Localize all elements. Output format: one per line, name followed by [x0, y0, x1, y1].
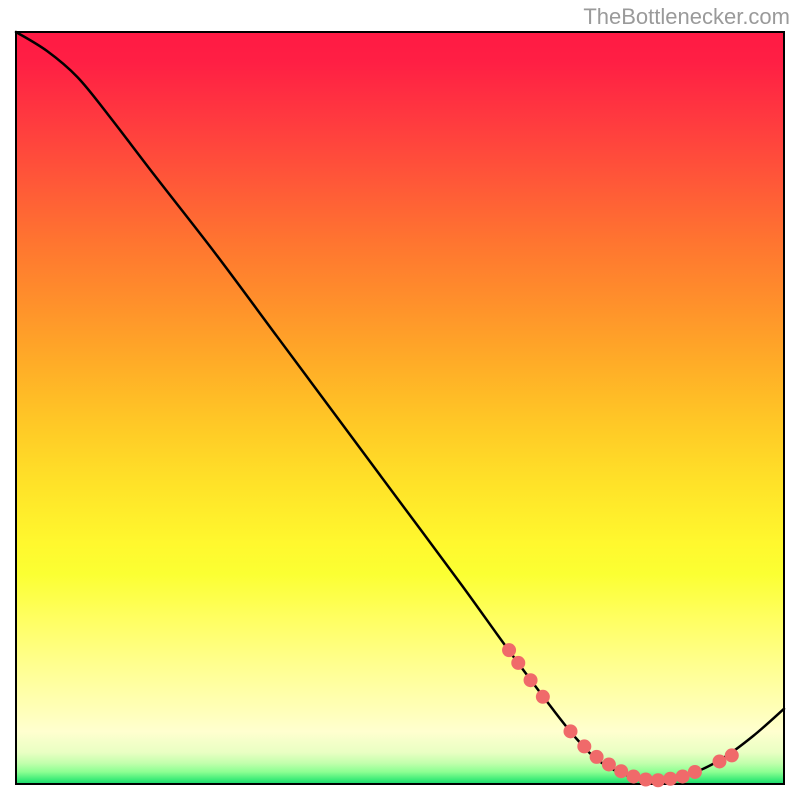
data-marker [712, 754, 726, 768]
chart-canvas [0, 0, 800, 800]
data-marker [725, 748, 739, 762]
plot-area [16, 32, 784, 787]
data-marker [688, 765, 702, 779]
data-marker [564, 724, 578, 738]
data-marker [614, 764, 628, 778]
data-marker [511, 656, 525, 670]
attribution-text: TheBottlenecker.com [583, 4, 790, 30]
data-marker [626, 769, 640, 783]
data-marker [502, 643, 516, 657]
data-marker [651, 773, 665, 787]
data-marker [590, 750, 604, 764]
data-marker [524, 673, 538, 687]
data-marker [639, 772, 653, 786]
data-marker [536, 690, 550, 704]
data-marker [577, 739, 591, 753]
data-marker [602, 757, 616, 771]
chart-root: TheBottlenecker.com [0, 0, 800, 800]
data-marker [663, 772, 677, 786]
data-marker [676, 769, 690, 783]
